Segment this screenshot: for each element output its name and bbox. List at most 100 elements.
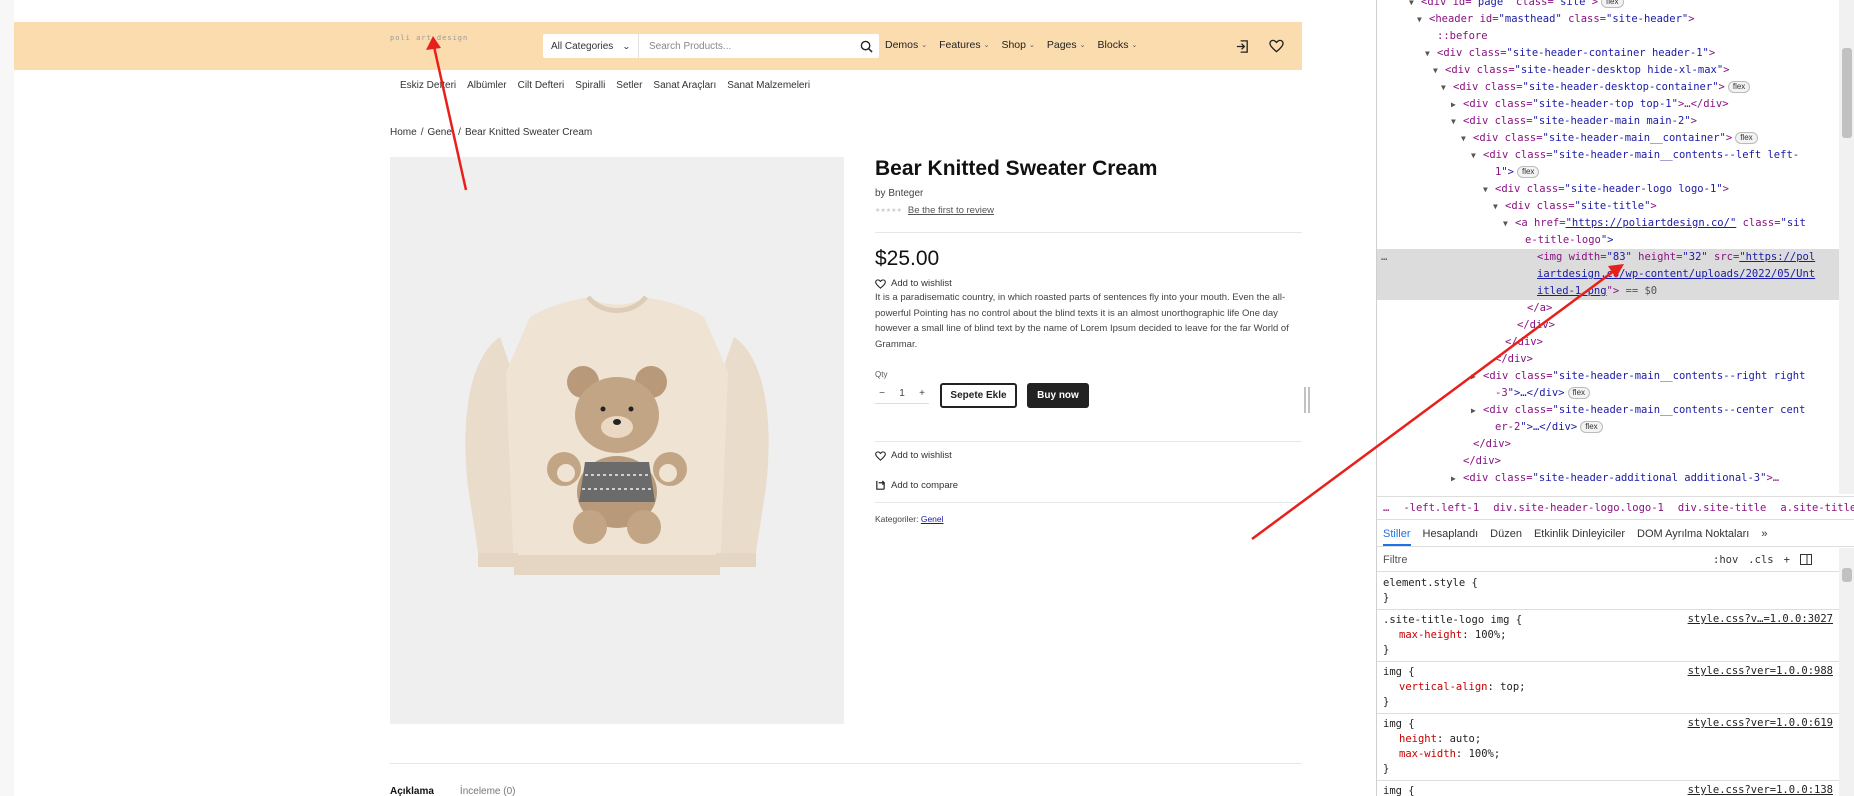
dom-node-line[interactable]: ▼ <a href="https://poliartdesign.co/" cl…	[1377, 215, 1839, 232]
css-declaration[interactable]: height: auto;	[1383, 732, 1839, 747]
dom-node-line[interactable]: </div>	[1377, 334, 1839, 351]
buy-now-button[interactable]: Buy now	[1027, 383, 1089, 408]
qty-input[interactable]: 1	[895, 388, 909, 399]
styles-scrollbar[interactable]	[1839, 548, 1854, 796]
node-more-icon[interactable]: …	[1381, 249, 1387, 266]
elements-scrollbar-thumb[interactable]	[1842, 48, 1852, 138]
product-image[interactable]	[390, 157, 844, 724]
dom-node-line[interactable]: e-title-logo">	[1377, 232, 1839, 249]
css-rule[interactable]: .site-title-logo img {style.css?v…=1.0.0…	[1377, 610, 1839, 662]
search-button[interactable]	[853, 34, 879, 58]
category-link[interactable]: Genel	[921, 514, 944, 524]
add-to-wishlist-bottom[interactable]: Add to wishlist	[875, 450, 952, 461]
css-declaration[interactable]: vertical-align: top;	[1383, 680, 1839, 695]
hover-state-toggle[interactable]: :hov	[1713, 554, 1738, 566]
dom-node-line[interactable]: 1"> flex	[1377, 164, 1839, 181]
expand-triangle-icon[interactable]: ▶	[1451, 96, 1456, 113]
css-declaration[interactable]: max-width: 100%;	[1383, 747, 1839, 762]
expand-triangle-icon[interactable]: ▶	[1471, 368, 1476, 385]
nav-item-shop[interactable]: Shop ⌄	[1001, 39, 1034, 51]
expand-triangle-icon[interactable]: ▼	[1483, 181, 1488, 198]
css-selector[interactable]: element.style {	[1383, 576, 1839, 591]
element-breadcrumb-item[interactable]: …	[1383, 502, 1389, 514]
css-rule[interactable]: img {style.css?ver=1.0.0:619 height: auto…	[1377, 714, 1839, 781]
flex-badge[interactable]: flex	[1601, 0, 1624, 8]
dom-node-line[interactable]: ▼ <div class="site-header-main__contents…	[1377, 147, 1839, 164]
dom-node-line[interactable]: ▼ <header id="masthead" class="site-head…	[1377, 11, 1839, 28]
dom-node-line[interactable]: itled-1.png"> == $0	[1377, 283, 1839, 300]
new-rule-button[interactable]: +	[1784, 554, 1790, 566]
css-source-link[interactable]: style.css?ver=1.0.0:138	[1688, 784, 1833, 796]
class-toggle[interactable]: .cls	[1748, 554, 1773, 566]
sidebar-tab[interactable]: »	[1761, 528, 1767, 540]
subnav-item[interactable]: Sanat Malzemeleri	[727, 80, 810, 91]
add-to-compare[interactable]: Add to compare	[875, 480, 958, 491]
dom-node-line[interactable]: </a>	[1377, 300, 1839, 317]
nav-item-demos[interactable]: Demos ⌄	[885, 39, 927, 51]
add-to-cart-button[interactable]: Sepete Ekle	[940, 383, 1017, 408]
dom-node-line[interactable]: ▼ <div class="site-header-main main-2">	[1377, 113, 1839, 130]
subnav-item[interactable]: Cilt Defteri	[518, 80, 565, 91]
expand-triangle-icon[interactable]: ▼	[1471, 147, 1476, 164]
add-to-wishlist-top[interactable]: Add to wishlist	[875, 278, 952, 289]
dom-node-line[interactable]: ▼ <div class="site-header-desktop hide-x…	[1377, 62, 1839, 79]
expand-triangle-icon[interactable]: ▼	[1441, 79, 1446, 96]
elements-tree[interactable]: ▼ <div id="page" class="site"> flex ▼ <hea…	[1377, 0, 1839, 494]
tab-description[interactable]: Açıklama	[390, 786, 434, 796]
flex-badge[interactable]: flex	[1516, 166, 1540, 178]
dom-node-line[interactable]: </div>	[1377, 453, 1839, 470]
css-source-link[interactable]: style.css?ver=1.0.0:619	[1688, 717, 1833, 729]
expand-triangle-icon[interactable]: ▼	[1451, 113, 1456, 130]
subnav-item[interactable]: Setler	[616, 80, 642, 91]
toggle-sidebar-icon[interactable]	[1799, 554, 1812, 565]
dom-node-line[interactable]: ::before	[1377, 28, 1839, 45]
expand-triangle-icon[interactable]: ▼	[1409, 0, 1414, 11]
flex-badge[interactable]: flex	[1727, 81, 1751, 93]
styles-filter-input[interactable]	[1383, 553, 1713, 566]
breadcrumb-category[interactable]: Genel	[427, 127, 454, 138]
expand-triangle-icon[interactable]: ▼	[1433, 62, 1438, 79]
sidebar-tab[interactable]: DOM Ayrılma Noktaları	[1637, 528, 1749, 540]
element-breadcrumb-item[interactable]: -left.left-1	[1403, 502, 1479, 514]
breadcrumb-home[interactable]: Home	[390, 127, 417, 138]
css-rule[interactable]: img {style.css?ver=1.0.0:988 vertical-ali…	[1377, 662, 1839, 714]
expand-triangle-icon[interactable]: ▼	[1425, 45, 1430, 62]
expand-triangle-icon[interactable]: ▼	[1461, 130, 1466, 147]
dom-node-line[interactable]: ▼ <div class="site-title">	[1377, 198, 1839, 215]
expand-triangle-icon[interactable]: ▼	[1493, 198, 1498, 215]
element-breadcrumb-item[interactable]: a.site-title-logo	[1780, 502, 1854, 514]
css-source-link[interactable]: style.css?ver=1.0.0:988	[1688, 665, 1833, 677]
expand-triangle-icon[interactable]: ▶	[1451, 470, 1456, 487]
dom-node-line[interactable]: ▼ <div class="site-header-main__containe…	[1377, 130, 1839, 147]
dom-node-line[interactable]: </div>	[1377, 436, 1839, 453]
subnav-item[interactable]: Eskiz Defteri	[400, 80, 456, 91]
panel-splitter[interactable]	[1302, 0, 1376, 796]
dom-node-line[interactable]: -3">…</div> flex	[1377, 385, 1839, 402]
login-button[interactable]	[1232, 36, 1252, 56]
dom-node-line[interactable]: ▶ <div class="site-header-top top-1">…</…	[1377, 96, 1839, 113]
sidebar-tab[interactable]: Hesaplandı	[1423, 528, 1479, 540]
dom-node-line[interactable]: ▼ <div class="site-header-container head…	[1377, 45, 1839, 62]
tab-reviews[interactable]: İnceleme (0)	[460, 786, 516, 796]
dom-node-line[interactable]: ▶ <div class="site-header-main__contents…	[1377, 368, 1839, 385]
css-declaration[interactable]: max-height: 100%;	[1383, 628, 1839, 643]
category-select[interactable]: All Categories ⌄	[543, 34, 639, 58]
subnav-item[interactable]: Spiralli	[575, 80, 605, 91]
brand-link[interactable]: Bnteger	[888, 188, 923, 199]
review-link[interactable]: Be the first to review	[908, 205, 994, 216]
dom-node-line[interactable]: ▼ <div id="page" class="site"> flex	[1377, 0, 1839, 11]
dom-node-line[interactable]: ▶ <div class="site-header-main__contents…	[1377, 402, 1839, 419]
element-breadcrumb-item[interactable]: div.site-header-logo.logo-1	[1493, 502, 1664, 514]
flex-badge[interactable]: flex	[1580, 421, 1603, 433]
sidebar-tab[interactable]: Düzen	[1490, 528, 1522, 540]
dom-node-line[interactable]: </div>	[1377, 351, 1839, 368]
styles-scrollbar-thumb[interactable]	[1842, 568, 1852, 582]
flex-badge[interactable]: flex	[1567, 387, 1591, 399]
css-rule[interactable]: element.style {}	[1377, 573, 1839, 610]
sidebar-tab[interactable]: Etkinlik Dinleyiciler	[1534, 528, 1625, 540]
dom-node-line[interactable]: </div>	[1377, 317, 1839, 334]
expand-triangle-icon[interactable]: ▼	[1417, 11, 1422, 28]
dom-node-line[interactable]: ▶ <div class="site-header-additional add…	[1377, 470, 1839, 487]
flex-badge[interactable]: flex	[1735, 132, 1758, 144]
dom-node-line[interactable]: er-2">…</div> flex	[1377, 419, 1839, 436]
